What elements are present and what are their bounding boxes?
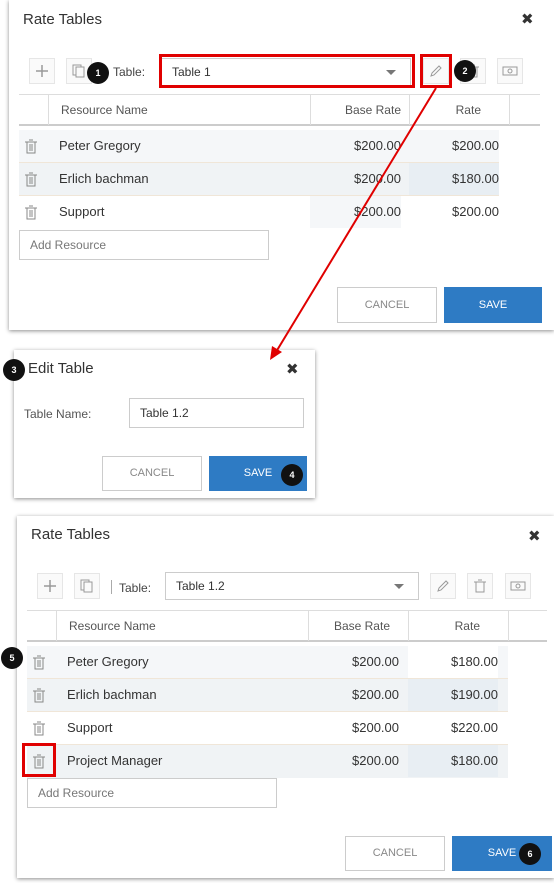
step-badge-1: 1 (87, 62, 109, 84)
callout-arrow (270, 87, 437, 360)
step-badge-4: 4 (281, 464, 303, 486)
step-badge-6: 6 (519, 843, 541, 865)
step-badge-2: 2 (454, 60, 476, 82)
step-badge-3: 3 (3, 359, 25, 381)
step-badge-5: 5 (1, 647, 23, 669)
